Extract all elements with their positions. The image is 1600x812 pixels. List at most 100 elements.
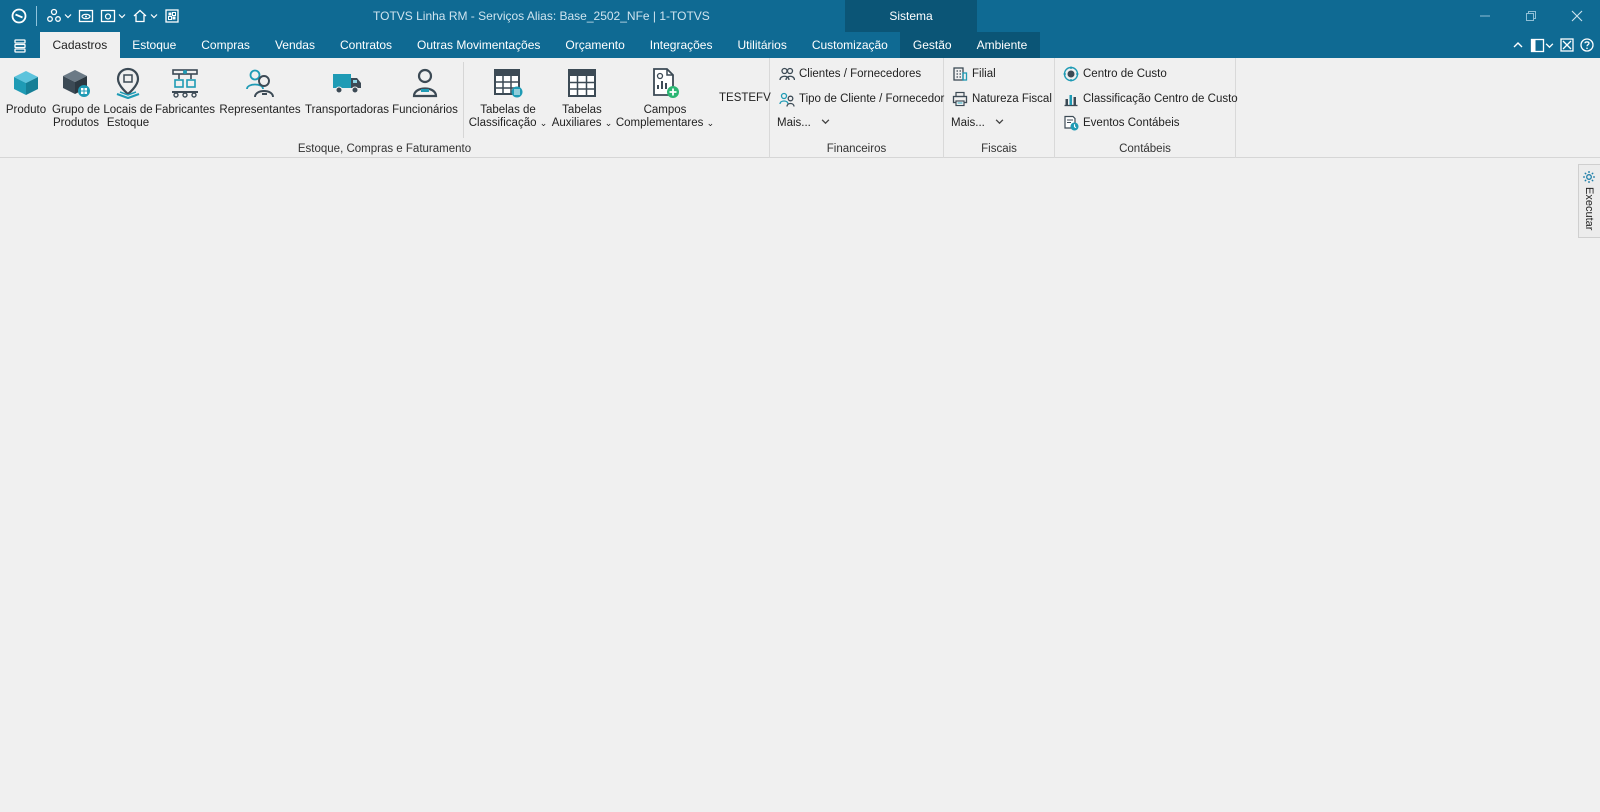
funcionarios-button[interactable]: Funcionários (392, 66, 458, 117)
executar-label: Executar (1583, 187, 1595, 231)
filial-label: Filial (972, 68, 996, 80)
close-button[interactable] (1554, 0, 1600, 32)
printer-icon (952, 91, 968, 107)
grupo-de-produtos-button[interactable]: Grupo de Produtos (52, 66, 100, 130)
chevron-down-icon: ⌄ (604, 118, 613, 128)
representatives-icon (243, 66, 277, 100)
campos-complementares-button[interactable]: Campos Complementares ⌄ (615, 66, 715, 130)
minimize-icon (1480, 15, 1490, 17)
gear-icon (1582, 170, 1596, 187)
chevron-down-icon (995, 117, 1004, 129)
financeiros-mais-button[interactable]: Mais... (777, 113, 830, 133)
totvs-logo-icon[interactable] (8, 4, 30, 28)
home-icon (133, 9, 147, 23)
dashboard-icon (165, 9, 179, 23)
tab-utilitarios[interactable]: Utilitários (725, 32, 799, 58)
building-icon (952, 66, 968, 82)
fiscais-mais-label: Mais... (951, 117, 985, 129)
natureza-fiscal-button[interactable]: Natureza Fiscal (952, 89, 1052, 109)
group-financeiros: Clientes / Fornecedores Tipo de Cliente … (770, 58, 944, 158)
view-button[interactable] (75, 4, 97, 28)
restore-icon (1526, 11, 1536, 21)
ribbon-tab-bar: Cadastros Estoque Compras Vendas Contrat… (0, 32, 1600, 58)
tabelas-auxiliares-line2: Auxiliares (551, 117, 602, 129)
collapse-ribbon-button[interactable] (1512, 39, 1524, 51)
tab-customizacao[interactable]: Customização (799, 32, 900, 58)
restore-button[interactable] (1508, 0, 1554, 32)
layout-menu-button[interactable] (1530, 38, 1554, 53)
chevron-down-icon (64, 14, 72, 19)
context-tab-group-title: Sistema (845, 0, 977, 32)
tabelas-auxiliares-line1: Tabelas (562, 104, 602, 116)
accounting-events-icon (1063, 115, 1079, 131)
tab-compras[interactable]: Compras (189, 32, 263, 58)
campos-line1: Campos (643, 104, 687, 116)
tab-orcamento[interactable]: Orçamento (553, 32, 637, 58)
close-workspace-button[interactable] (1560, 38, 1574, 52)
tab-outras-movimentacoes[interactable]: Outras Movimentações (405, 32, 553, 58)
eventos-contabeis-button[interactable]: Eventos Contábeis (1063, 113, 1180, 133)
centro-de-custo-label: Centro de Custo (1083, 68, 1167, 80)
executar-side-tab[interactable]: Executar (1578, 164, 1600, 238)
tab-ambiente[interactable]: Ambiente (964, 32, 1040, 58)
help-button[interactable] (1580, 38, 1594, 52)
window-controls (1462, 0, 1600, 32)
fabricantes-button[interactable]: Fabricantes (155, 66, 215, 117)
eye-window-icon (78, 9, 94, 23)
funcionarios-label: Funcionários (392, 104, 458, 116)
app-menu-button[interactable] (8, 36, 32, 55)
classificacao-centro-custo-button[interactable]: Classificação Centro de Custo (1063, 89, 1238, 109)
layout-icon (1530, 38, 1545, 52)
group-label-fiscais: Fiscais (981, 143, 1017, 155)
tabelas-auxiliares-button[interactable]: Tabelas Auxiliares ⌄ (550, 66, 614, 130)
clientes-fornecedores-label: Clientes / Fornecedores (799, 68, 922, 80)
ribbon: Produto Grupo de Produtos Locais de Estoqu… (0, 58, 1600, 158)
group-label-estoque: Estoque, Compras e Faturamento (297, 143, 472, 155)
chevron-down-icon (150, 14, 158, 19)
financeiros-mais-label: Mais... (777, 117, 811, 129)
group-contabeis: Centro de Custo Classificação Centro de … (1055, 58, 1238, 158)
tab-integracoes[interactable]: Integrações (637, 32, 725, 58)
centro-de-custo-button[interactable]: Centro de Custo (1063, 64, 1167, 84)
grupo-line2: Produtos (52, 117, 99, 129)
chevron-down-icon (1545, 42, 1554, 48)
representantes-button[interactable]: Representantes (219, 66, 301, 117)
transportadoras-button[interactable]: Transportadoras (305, 66, 389, 117)
table-list-icon (491, 66, 525, 100)
fiscais-mais-button[interactable]: Mais... (951, 113, 1004, 133)
locais-de-estoque-button[interactable]: Locais de Estoque (103, 66, 153, 130)
group-label-contabeis: Contábeis (1119, 143, 1171, 155)
testefv-button[interactable]: TESTEFV (719, 92, 771, 104)
tab-vendas[interactable]: Vendas (262, 32, 327, 58)
chevron-down-icon: ⌄ (706, 118, 715, 128)
tab-cadastros[interactable]: Cadastros (40, 32, 120, 58)
window-menu-button[interactable] (97, 4, 129, 28)
transportadoras-label: Transportadoras (305, 104, 389, 116)
filial-button[interactable]: Filial (952, 64, 996, 84)
stack-menu-icon (14, 38, 26, 53)
tab-estoque[interactable]: Estoque (120, 32, 189, 58)
tipo-cliente-fornecedor-button[interactable]: Tipo de Cliente / Fornecedor (779, 89, 944, 109)
produto-button[interactable]: Produto (6, 66, 46, 117)
representantes-label: Representantes (219, 104, 301, 116)
box-group-icon (59, 66, 93, 100)
minimize-button[interactable] (1462, 0, 1508, 32)
chevron-up-icon (1513, 42, 1523, 48)
users-icon (47, 8, 61, 22)
boxed-close-icon (1560, 38, 1574, 52)
document-chart-add-icon (648, 66, 682, 100)
campos-line2: Complementares (615, 117, 704, 129)
workspace-area (0, 159, 1578, 812)
ribbon-options (1512, 32, 1594, 58)
clientes-fornecedores-button[interactable]: Clientes / Fornecedores (779, 64, 921, 84)
employee-icon (408, 66, 442, 100)
produto-label: Produto (5, 104, 47, 116)
tab-gestao[interactable]: Gestão (900, 32, 965, 58)
group-separator (463, 62, 464, 138)
tab-contratos[interactable]: Contratos (327, 32, 404, 58)
dashboard-button[interactable] (161, 4, 183, 28)
tabelas-de-classificacao-button[interactable]: Tabelas de Classificação ⌄ (469, 66, 547, 130)
users-menu-button[interactable] (43, 4, 75, 28)
people-icon (779, 66, 795, 82)
home-menu-button[interactable] (129, 4, 161, 28)
